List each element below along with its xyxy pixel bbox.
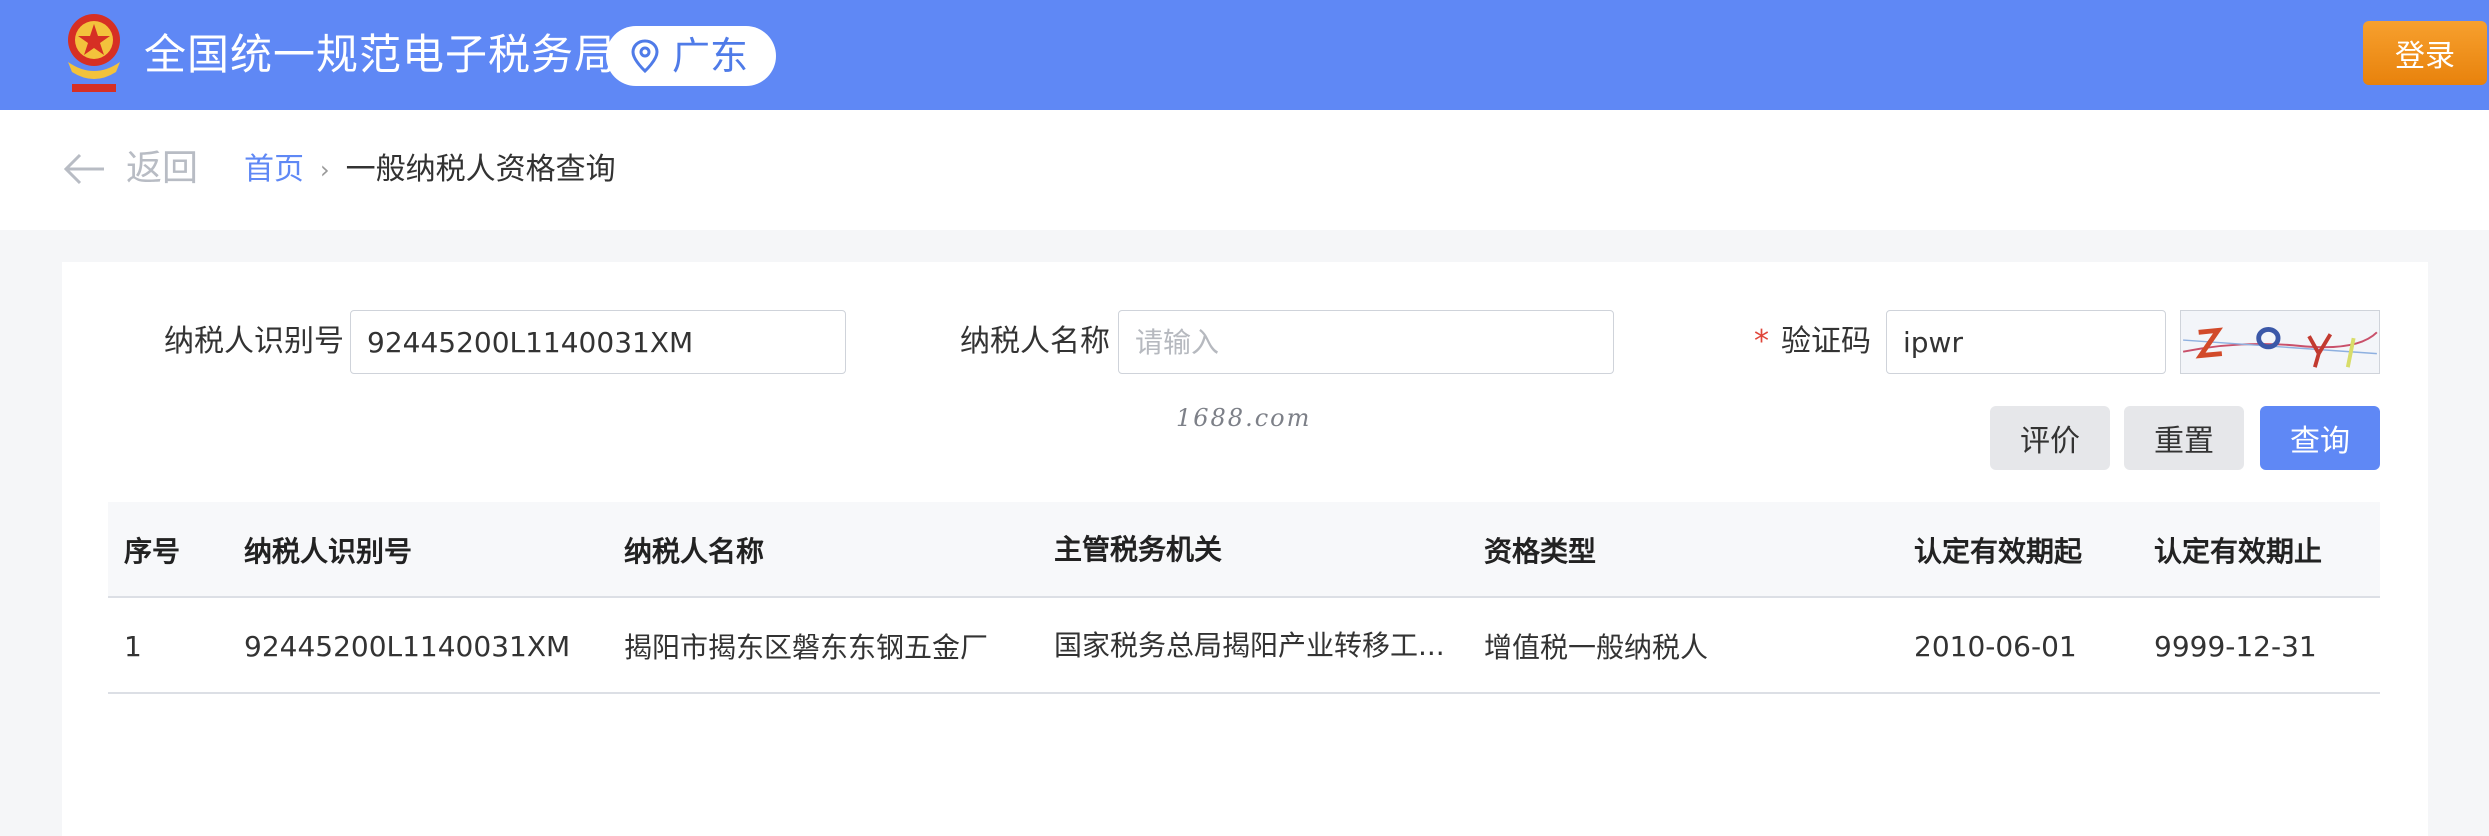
captcha-label: 验证码 (1781, 324, 1871, 359)
breadcrumb-bar: 返回 首页 › 一般纳税人资格查询 (0, 110, 2489, 230)
cell-tax-authority: 国家税务总局揭阳产业转移工... (1054, 629, 1445, 662)
top-header: 全国统一规范电子税务局 广东 登录 (0, 0, 2489, 110)
query-button[interactable]: 查询 (2260, 406, 2380, 470)
breadcrumb-separator: › (320, 156, 330, 184)
cell-qualification-type: 增值税一般纳税人 (1484, 631, 1709, 664)
taxpayer-id-input[interactable] (350, 310, 846, 374)
arrow-left-icon (63, 153, 104, 185)
cell-taxpayer-id: 92445200L1140031XM (244, 629, 571, 663)
breadcrumb-current: 一般纳税人资格查询 (345, 152, 616, 187)
cell-taxpayer-name: 揭阳市揭东区磐东东钢五金厂 (624, 631, 989, 664)
site-title: 全国统一规范电子税务局 (144, 30, 618, 79)
login-button[interactable]: 登录 (2363, 21, 2487, 85)
cell-valid-from: 2010-06-01 (1914, 629, 2077, 663)
location-pin-icon (631, 39, 659, 73)
back-button[interactable]: 返回 (62, 146, 198, 192)
breadcrumb: 首页 › 一般纳税人资格查询 (244, 150, 616, 190)
cell-valid-to: 9999-12-31 (2154, 629, 2317, 663)
header-taxpayer-id: 纳税人识别号 (244, 535, 413, 568)
required-mark: * (1754, 324, 1769, 359)
captcha-label-wrap: * 验证码 (1754, 322, 1871, 362)
region-label: 广东 (672, 34, 749, 78)
table-row: 1 92445200L1140031XM 揭阳市揭东区磐东东钢五金厂 国家税务总… (108, 598, 2380, 694)
header-index: 序号 (124, 535, 181, 568)
header-qualification-type: 资格类型 (1484, 535, 1597, 568)
header-valid-from: 认定有效期起 (1914, 535, 2083, 568)
header-valid-to: 认定有效期止 (2154, 535, 2323, 568)
captcha-input[interactable] (1886, 310, 2166, 374)
captcha-image[interactable] (2180, 310, 2380, 374)
region-selector[interactable]: 广东 (606, 26, 776, 86)
result-table: 序号 纳税人识别号 纳税人名称 主管税务机关 资格类型 认定有效期起 认定有效期… (108, 502, 2380, 694)
breadcrumb-home-link[interactable]: 首页 (244, 150, 304, 190)
query-panel: 纳税人识别号 纳税人名称 * 验证码 1688.com 评价 重置 查询 序号 纳… (62, 262, 2428, 836)
national-tax-emblem-icon (68, 14, 120, 92)
taxpayer-name-label: 纳税人名称 (960, 324, 1110, 359)
header-tax-authority: 主管税务机关 (1054, 533, 1223, 566)
taxpayer-name-input[interactable] (1118, 310, 1614, 374)
reset-button[interactable]: 重置 (2124, 406, 2244, 470)
evaluate-button[interactable]: 评价 (1990, 406, 2110, 470)
header-taxpayer-name: 纳税人名称 (624, 535, 765, 568)
table-header-row: 序号 纳税人识别号 纳税人名称 主管税务机关 资格类型 认定有效期起 认定有效期… (108, 502, 2380, 598)
cell-index: 1 (124, 629, 142, 663)
back-label: 返回 (126, 148, 199, 189)
watermark-text: 1688.com (1176, 404, 1312, 432)
taxpayer-id-label: 纳税人识别号 (164, 324, 344, 359)
